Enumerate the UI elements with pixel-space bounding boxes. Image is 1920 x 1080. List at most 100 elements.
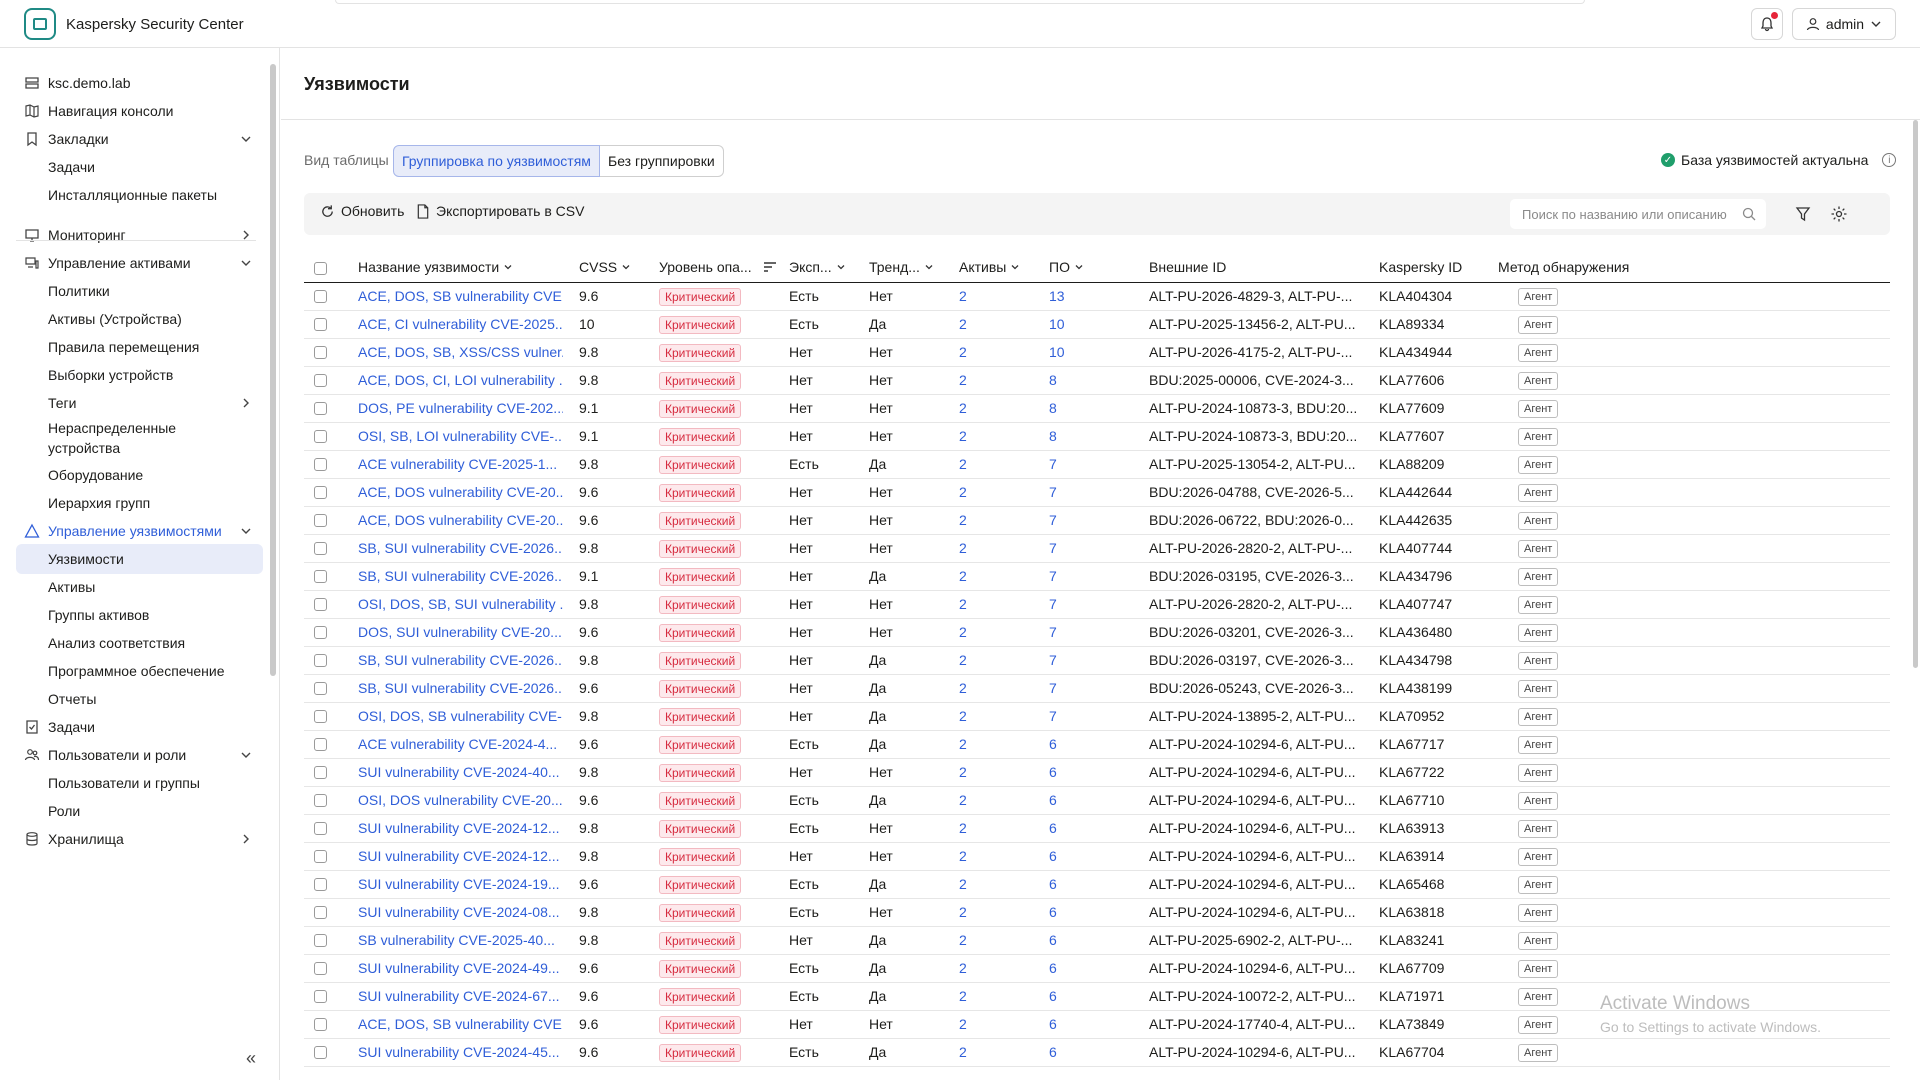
row-checkbox[interactable] — [314, 822, 327, 835]
table-row[interactable]: OSI, DOS vulnerability CVE-20... 9.6 Есть Д… — [304, 787, 1890, 815]
table-row[interactable]: DOS, PE vulnerability CVE-202... 9.1 Нет Не… — [304, 395, 1890, 423]
table-row[interactable]: ACE, DOS, CI, LOI vulnerability ... 9.8 Не… — [304, 367, 1890, 395]
row-checkbox[interactable] — [314, 654, 327, 667]
assets-count-link[interactable]: 2 — [959, 1016, 999, 1032]
export-csv-button[interactable]: Экспортировать в CSV — [416, 203, 584, 219]
sidebar-item-4[interactable]: Инсталляционные пакеты — [16, 180, 263, 210]
table-row[interactable]: ACE, CI vulnerability CVE-2025... 10 Есть Д… — [304, 311, 1890, 339]
row-checkbox[interactable] — [314, 962, 327, 975]
vulnerability-name-link[interactable]: SUI vulnerability CVE-2024-49... — [358, 960, 563, 976]
table-row[interactable]: SB, SUI vulnerability CVE-2026... 9.8 Нет Д… — [304, 647, 1890, 675]
row-checkbox[interactable] — [314, 430, 327, 443]
sidebar-item-13[interactable]: Оборудование — [16, 460, 263, 490]
software-count-link[interactable]: 7 — [1049, 568, 1089, 584]
row-checkbox[interactable] — [314, 626, 327, 639]
row-checkbox[interactable] — [314, 990, 327, 1003]
view-ungrouped-button[interactable]: Без группировки — [600, 145, 724, 177]
column-header-3[interactable]: Эксп... — [789, 259, 846, 275]
column-header-1[interactable]: CVSS — [579, 259, 631, 275]
assets-count-link[interactable]: 2 — [959, 484, 999, 500]
sidebar-item-22[interactable]: Задачи — [16, 712, 263, 742]
software-count-link[interactable]: 6 — [1049, 848, 1089, 864]
assets-count-link[interactable]: 2 — [959, 624, 999, 640]
sidebar-item-17[interactable]: Активы — [16, 572, 263, 602]
sidebar-item-2[interactable]: Закладки — [16, 124, 263, 154]
assets-count-link[interactable]: 2 — [959, 512, 999, 528]
sidebar-item-25[interactable]: Роли — [16, 796, 263, 826]
software-count-link[interactable]: 7 — [1049, 652, 1089, 668]
row-checkbox[interactable] — [314, 934, 327, 947]
vulnerability-name-link[interactable]: SUI vulnerability CVE-2024-67... — [358, 988, 563, 1004]
assets-count-link[interactable]: 2 — [959, 848, 999, 864]
sidebar-item-18[interactable]: Группы активов — [16, 600, 263, 630]
chevron-right-icon[interactable] — [239, 832, 253, 846]
table-row[interactable]: ACE, DOS, SB vulnerability CVE... 9.6 Есть… — [304, 283, 1890, 311]
sidebar-item-26[interactable]: Хранилища — [16, 824, 263, 854]
assets-count-link[interactable]: 2 — [959, 736, 999, 752]
assets-count-link[interactable]: 2 — [959, 344, 999, 360]
column-header-6[interactable]: ПО — [1049, 259, 1084, 275]
software-count-link[interactable]: 8 — [1049, 428, 1089, 444]
vulnerability-name-link[interactable]: SB, SUI vulnerability CVE-2026... — [358, 652, 563, 668]
vulnerability-name-link[interactable]: ACE vulnerability CVE-2025-1... — [358, 456, 563, 472]
row-checkbox[interactable] — [314, 318, 327, 331]
software-count-link[interactable]: 7 — [1049, 624, 1089, 640]
sidebar-item-9[interactable]: Правила перемещения — [16, 332, 263, 362]
software-count-link[interactable]: 7 — [1049, 596, 1089, 612]
assets-count-link[interactable]: 2 — [959, 316, 999, 332]
assets-count-link[interactable]: 2 — [959, 1044, 999, 1060]
software-count-link[interactable]: 7 — [1049, 456, 1089, 472]
software-count-link[interactable]: 6 — [1049, 932, 1089, 948]
chevron-down-icon[interactable] — [239, 748, 253, 762]
assets-count-link[interactable]: 2 — [959, 568, 999, 584]
software-count-link[interactable]: 6 — [1049, 988, 1089, 1004]
software-count-link[interactable]: 6 — [1049, 960, 1089, 976]
software-count-link[interactable]: 7 — [1049, 680, 1089, 696]
sidebar-item-6[interactable]: Управление активами — [16, 248, 263, 278]
table-row[interactable]: ACE, DOS vulnerability CVE-20... 9.6 Нет Не… — [304, 479, 1890, 507]
sidebar-item-1[interactable]: Навигация консоли — [16, 96, 263, 126]
row-checkbox[interactable] — [314, 598, 327, 611]
row-checkbox[interactable] — [314, 346, 327, 359]
sidebar-item-15[interactable]: Управление уязвимостями — [16, 516, 263, 546]
assets-count-link[interactable]: 2 — [959, 456, 999, 472]
vulnerability-name-link[interactable]: OSI, DOS, SB, SUI vulnerability ... — [358, 596, 563, 612]
vulnerability-name-link[interactable]: SUI vulnerability CVE-2024-40... — [358, 764, 563, 780]
chevron-down-icon[interactable] — [836, 259, 846, 275]
vulnerability-name-link[interactable]: ACE, CI vulnerability CVE-2025... — [358, 316, 563, 332]
filter-icon[interactable] — [1794, 205, 1812, 223]
software-count-link[interactable]: 6 — [1049, 1044, 1089, 1060]
row-checkbox[interactable] — [314, 402, 327, 415]
sidebar-item-0[interactable]: ksc.demo.lab — [16, 68, 263, 98]
row-checkbox[interactable] — [314, 542, 327, 555]
column-header-7[interactable]: Внешние ID — [1149, 259, 1226, 275]
table-row[interactable]: SUI vulnerability CVE-2024-12... 9.8 Нет Не… — [304, 843, 1890, 871]
vulnerability-name-link[interactable]: ACE, DOS vulnerability CVE-20... — [358, 512, 563, 528]
chevron-right-icon[interactable] — [239, 396, 253, 410]
row-checkbox[interactable] — [314, 850, 327, 863]
sidebar-item-14[interactable]: Иерархия групп — [16, 488, 263, 518]
assets-count-link[interactable]: 2 — [959, 988, 999, 1004]
assets-count-link[interactable]: 2 — [959, 540, 999, 556]
column-header-8[interactable]: Kaspersky ID — [1379, 259, 1462, 275]
info-icon[interactable]: i — [1882, 153, 1897, 167]
column-header-4[interactable]: Тренд... — [869, 259, 934, 275]
software-count-link[interactable]: 7 — [1049, 512, 1089, 528]
chevron-down-icon[interactable] — [924, 259, 934, 275]
row-checkbox[interactable] — [314, 514, 327, 527]
sidebar-item-24[interactable]: Пользователи и группы — [16, 768, 263, 798]
table-row[interactable]: ACE, DOS, SB, XSS/CSS vulner... 9.8 Нет Нет… — [304, 339, 1890, 367]
vulnerability-name-link[interactable]: SUI vulnerability CVE-2024-12... — [358, 848, 563, 864]
vulnerability-name-link[interactable]: ACE, DOS, CI, LOI vulnerability ... — [358, 372, 563, 388]
software-count-link[interactable]: 7 — [1049, 708, 1089, 724]
assets-count-link[interactable]: 2 — [959, 932, 999, 948]
assets-count-link[interactable]: 2 — [959, 820, 999, 836]
software-count-link[interactable]: 6 — [1049, 876, 1089, 892]
chevron-down-icon[interactable] — [503, 259, 513, 275]
column-header-9[interactable]: Метод обнаружения — [1498, 259, 1629, 275]
software-count-link[interactable]: 6 — [1049, 792, 1089, 808]
software-count-link[interactable]: 6 — [1049, 820, 1089, 836]
row-checkbox[interactable] — [314, 682, 327, 695]
software-count-link[interactable]: 8 — [1049, 400, 1089, 416]
brand[interactable]: Kaspersky Security Center — [24, 8, 244, 40]
